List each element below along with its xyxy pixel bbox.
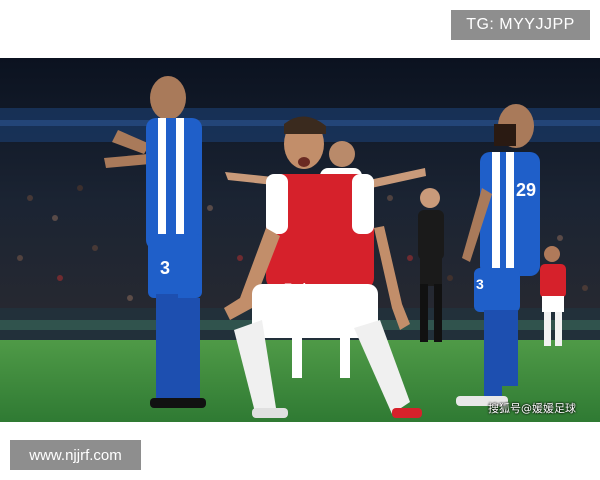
- porto-right-shorts-number: 3: [476, 276, 484, 292]
- photo-credit: 搜狐号@媛媛足球: [488, 402, 576, 415]
- porto-shirt-left: [146, 118, 202, 250]
- watermark-bottom: www.njjrf.com: [10, 440, 141, 470]
- porto-left-number: 3: [160, 258, 171, 278]
- shirt-sponsor-line1: Emirates: [284, 281, 335, 295]
- porto-right-number: 29: [516, 180, 537, 200]
- arsenal-shorts-number: 19: [348, 286, 366, 303]
- football-match-photo: Emirates FLY BETTER 19 3 29 3: [0, 58, 600, 422]
- shirt-sponsor: Emirates FLY BETTER: [284, 282, 351, 306]
- shirt-sponsor-line2: FLY BETTER: [290, 294, 351, 305]
- watermark-top: TG: MYYJJPP: [451, 10, 590, 40]
